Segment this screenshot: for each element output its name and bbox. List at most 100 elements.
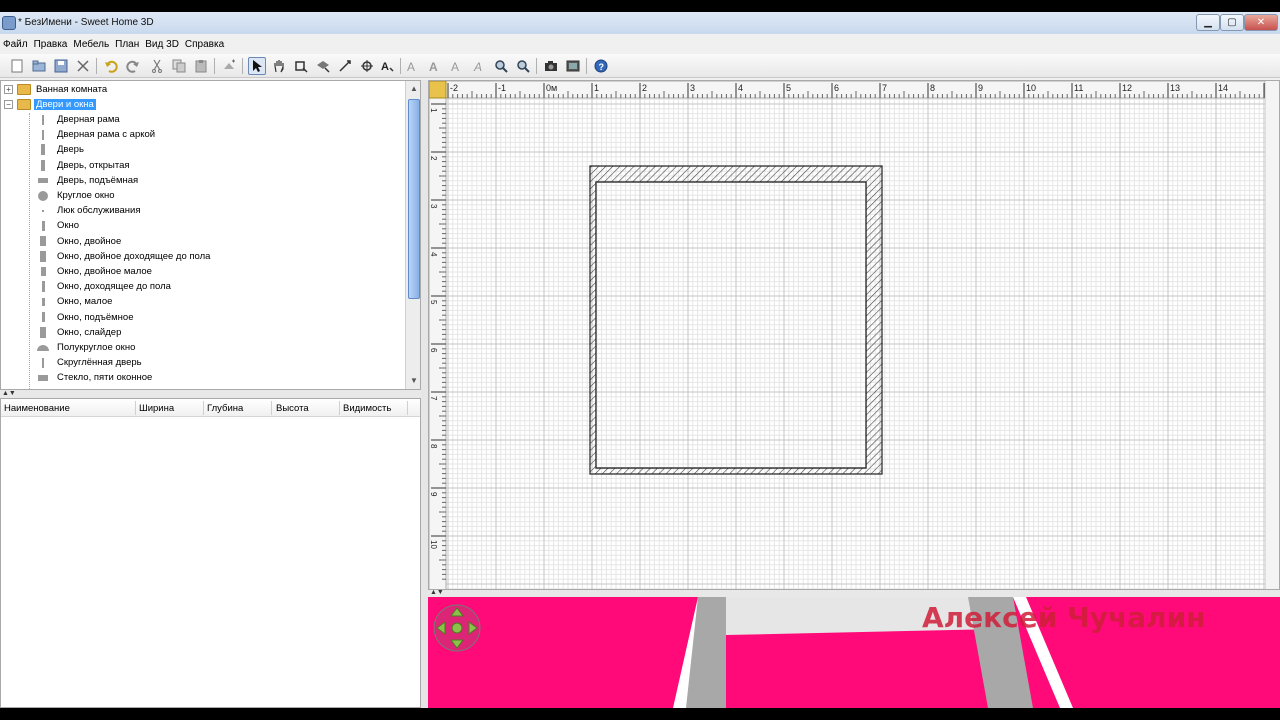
menu-edit[interactable]: Правка (31, 39, 71, 50)
plan-canvas[interactable]: -2-10м12345678910111213141512345678910 (429, 81, 1265, 590)
catalog-item[interactable]: Окно (37, 218, 81, 233)
catalog-item[interactable]: Круглое окно (37, 188, 117, 203)
minimize-button[interactable]: ▁ (1196, 14, 1220, 31)
furniture-thumbnail-icon (37, 235, 49, 247)
column-width[interactable]: Ширина (139, 403, 174, 414)
add-furniture-icon[interactable] (220, 57, 238, 75)
furniture-thumbnail-icon (37, 144, 49, 156)
catalog-item[interactable]: Дверная рама с аркой (37, 127, 157, 142)
vertical-splitter[interactable] (421, 80, 428, 708)
plan-scrollbar[interactable] (1265, 81, 1279, 589)
help-icon[interactable]: ? (592, 57, 610, 75)
collapse-icon[interactable]: − (4, 100, 13, 109)
furniture-thumbnail-icon (37, 114, 49, 126)
menu-bar: Файл Правка Мебель План Вид 3D Справка (0, 34, 1280, 54)
catalog-item[interactable]: Окно, слайдер (37, 325, 123, 340)
catalog-item[interactable]: Окно, двойное доходящее до пола (37, 249, 212, 264)
copy-icon[interactable] (170, 57, 188, 75)
select-icon[interactable] (248, 57, 266, 75)
furniture-table[interactable]: Наименование Ширина Глубина Высота Видим… (0, 398, 421, 708)
catalog-item[interactable]: Дверь, подъёмная (37, 173, 140, 188)
category-bathroom[interactable]: + Ванная комната (4, 82, 109, 97)
menu-help[interactable]: Справка (182, 39, 227, 50)
title-bar: * БезИмени - Sweet Home 3D ▁ ▢ ✕ (0, 12, 1280, 34)
menu-plan[interactable]: План (112, 39, 142, 50)
scroll-thumb[interactable] (408, 99, 420, 299)
photo-icon[interactable] (542, 57, 560, 75)
column-height[interactable]: Высота (276, 403, 309, 414)
catalog-item[interactable]: Окно, малое (37, 294, 114, 309)
zoom-out-icon[interactable] (514, 57, 532, 75)
catalog-item-label: Дверь, открытая (57, 159, 130, 171)
menu-file[interactable]: Файл (0, 39, 31, 50)
ruler-label-x: 9 (978, 83, 983, 93)
catalog-item[interactable]: Окно, двойное (37, 234, 123, 249)
create-labels-icon[interactable] (358, 57, 376, 75)
ruler-label-x: 11 (1074, 83, 1083, 93)
column-visibility[interactable]: Видимость (343, 403, 391, 414)
create-rooms-icon[interactable] (314, 57, 332, 75)
save-icon[interactable] (52, 57, 70, 75)
plan-3d-splitter[interactable]: ▲▼ (428, 589, 1280, 597)
create-walls-icon[interactable] (292, 57, 310, 75)
catalog-item[interactable]: Дверь (37, 142, 86, 157)
plan-view[interactable]: -2-10м12345678910111213141512345678910 (428, 80, 1280, 590)
ruler-label-y: 9 (429, 492, 438, 497)
maximize-button[interactable]: ▢ (1220, 14, 1244, 31)
watermark-text: Алексей Чучалин (922, 601, 1206, 634)
open-icon[interactable] (30, 57, 48, 75)
catalog-item[interactable]: Скруглённая дверь (37, 355, 144, 370)
cut-tool-icon[interactable] (74, 57, 92, 75)
catalog-item[interactable]: Полукруглое окно (37, 340, 137, 355)
catalog-item[interactable]: Дверь, открытая (37, 158, 132, 173)
catalog-item[interactable]: Окно, двойное малое (37, 264, 154, 279)
zoom-in-icon[interactable] (492, 57, 510, 75)
ruler-label-y: 6 (429, 348, 438, 353)
3d-view[interactable]: Алексей Чучалин (428, 597, 1280, 708)
rotate-text-icon[interactable]: A (470, 57, 488, 75)
undo-icon[interactable] (102, 57, 120, 75)
menu-furniture[interactable]: Мебель (70, 39, 112, 50)
catalog-item[interactable]: Окно, подъёмное (37, 310, 135, 325)
catalog-item-label: Окно (57, 220, 80, 232)
catalog-item[interactable]: Окно, доходящее до пола (37, 279, 173, 294)
catalog-item[interactable]: Люк обслуживания (37, 203, 143, 218)
close-button[interactable]: ✕ (1244, 14, 1278, 31)
redo-icon[interactable] (124, 57, 142, 75)
catalog-scrollbar[interactable]: ▲ ▼ (405, 81, 420, 389)
text-style-icon[interactable]: A (404, 57, 422, 75)
scroll-up-icon[interactable]: ▲ (408, 83, 420, 95)
italic-icon[interactable]: A (448, 57, 466, 75)
cut-icon[interactable] (148, 57, 166, 75)
bold-icon[interactable]: A (426, 57, 444, 75)
new-file-icon[interactable] (8, 57, 26, 75)
catalog-item[interactable]: Дверная рама (37, 112, 122, 127)
scroll-down-icon[interactable]: ▼ (408, 375, 420, 387)
add-text-icon[interactable]: A (378, 57, 396, 75)
video-icon[interactable] (564, 57, 582, 75)
column-name[interactable]: Наименование (4, 403, 70, 414)
3d-navigation-control[interactable] (432, 603, 482, 653)
app-window: * БезИмени - Sweet Home 3D ▁ ▢ ✕ Файл Пр… (0, 12, 1280, 708)
catalog-item-label: Дверь (57, 144, 84, 156)
category-doors-windows[interactable]: − Двери и окна (4, 97, 96, 112)
ruler-label-x: 12 (1122, 83, 1132, 93)
menu-3d-view[interactable]: Вид 3D (142, 39, 182, 50)
ruler-label-y: 4 (429, 252, 438, 257)
horizontal-splitter[interactable]: ▲▼ (0, 390, 421, 398)
category-label: Ванная комната (36, 84, 108, 95)
catalog-item[interactable]: Стекло, пяти оконное (37, 370, 154, 385)
ruler-label-x: -2 (450, 83, 458, 93)
column-depth[interactable]: Глубина (207, 403, 243, 414)
furniture-thumbnail-icon (37, 220, 49, 232)
furniture-thumbnail-icon (37, 326, 49, 338)
ruler-corner-icon (429, 81, 447, 99)
paste-icon[interactable] (192, 57, 210, 75)
ruler-label-y: 2 (429, 156, 438, 161)
pan-icon[interactable] (270, 57, 288, 75)
create-dimensions-icon[interactable] (336, 57, 354, 75)
furniture-catalog-tree[interactable]: + Ванная комната − Двери и окна Дверная … (0, 80, 421, 390)
svg-text:A: A (451, 60, 459, 73)
expand-icon[interactable]: + (4, 85, 13, 94)
ruler-label-x: 7 (882, 83, 887, 93)
